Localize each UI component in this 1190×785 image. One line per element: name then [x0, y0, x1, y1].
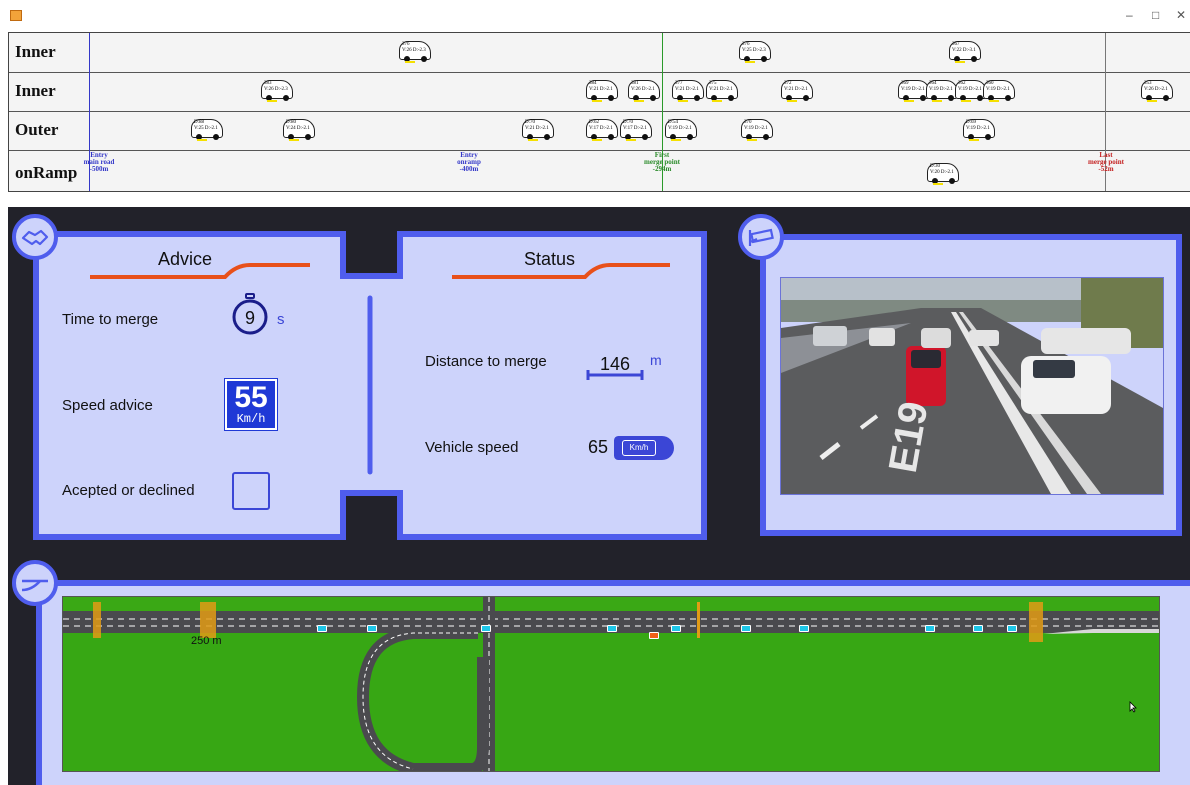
- map-vehicle: [1007, 625, 1017, 632]
- time-unit: s: [277, 311, 285, 328]
- stopwatch-icon: 9: [232, 293, 268, 335]
- distance-ruler-icon: [586, 370, 644, 380]
- security-camera-icon: [748, 228, 774, 246]
- distance-unit: m: [650, 352, 662, 368]
- camera-badge: [738, 214, 784, 260]
- accept-checkbox[interactable]: [232, 472, 270, 510]
- speed-advice-sign: 55 Km/h: [224, 378, 278, 431]
- handshake-icon: [21, 229, 49, 246]
- vehicle-speed-label: Vehicle speed: [425, 439, 519, 456]
- map-vehicle: [973, 625, 983, 632]
- road-merge-icon: [21, 579, 48, 592]
- map-vehicle: [607, 625, 617, 632]
- car-speed-icon: Km/h: [614, 436, 674, 460]
- map-vehicle: [367, 625, 377, 632]
- distance-to-merge-label: Distance to merge: [425, 353, 547, 370]
- road-map: 250 m: [62, 596, 1160, 772]
- map-vehicle: [925, 625, 935, 632]
- vehicle-speed-value: 65: [588, 437, 609, 457]
- car-speed-icon-unit: Km/h: [622, 440, 656, 456]
- map-vehicle: [481, 625, 491, 632]
- map-badge: [12, 560, 58, 606]
- end-gantry: [1029, 602, 1043, 642]
- advice-badge: [12, 214, 58, 260]
- map-vehicle: [317, 625, 327, 632]
- speed-advice-label: Speed advice: [62, 397, 153, 414]
- status-title: Status: [524, 249, 576, 269]
- scale-label: 250 m: [191, 635, 222, 647]
- onramp-loop: [356, 627, 489, 771]
- ego-vehicle: [649, 632, 659, 639]
- map-vehicle: [799, 625, 809, 632]
- mouse-cursor-icon: [1129, 701, 1137, 713]
- accepted-declined-label: Acepted or declined: [62, 482, 195, 499]
- map-vehicle: [741, 625, 751, 632]
- merge-marker: [697, 602, 700, 638]
- time-to-merge-value: 9: [244, 308, 255, 328]
- camera-feed: E19: [780, 277, 1164, 495]
- time-to-merge-label: Time to merge: [62, 311, 159, 328]
- gantry-marker: [93, 602, 101, 638]
- speed-advice-value: 55: [234, 381, 268, 414]
- map-vehicle: [671, 625, 681, 632]
- scale-gantry: [200, 602, 216, 638]
- advice-title: Advice: [158, 249, 213, 269]
- speed-advice-unit: Km/h: [236, 412, 266, 426]
